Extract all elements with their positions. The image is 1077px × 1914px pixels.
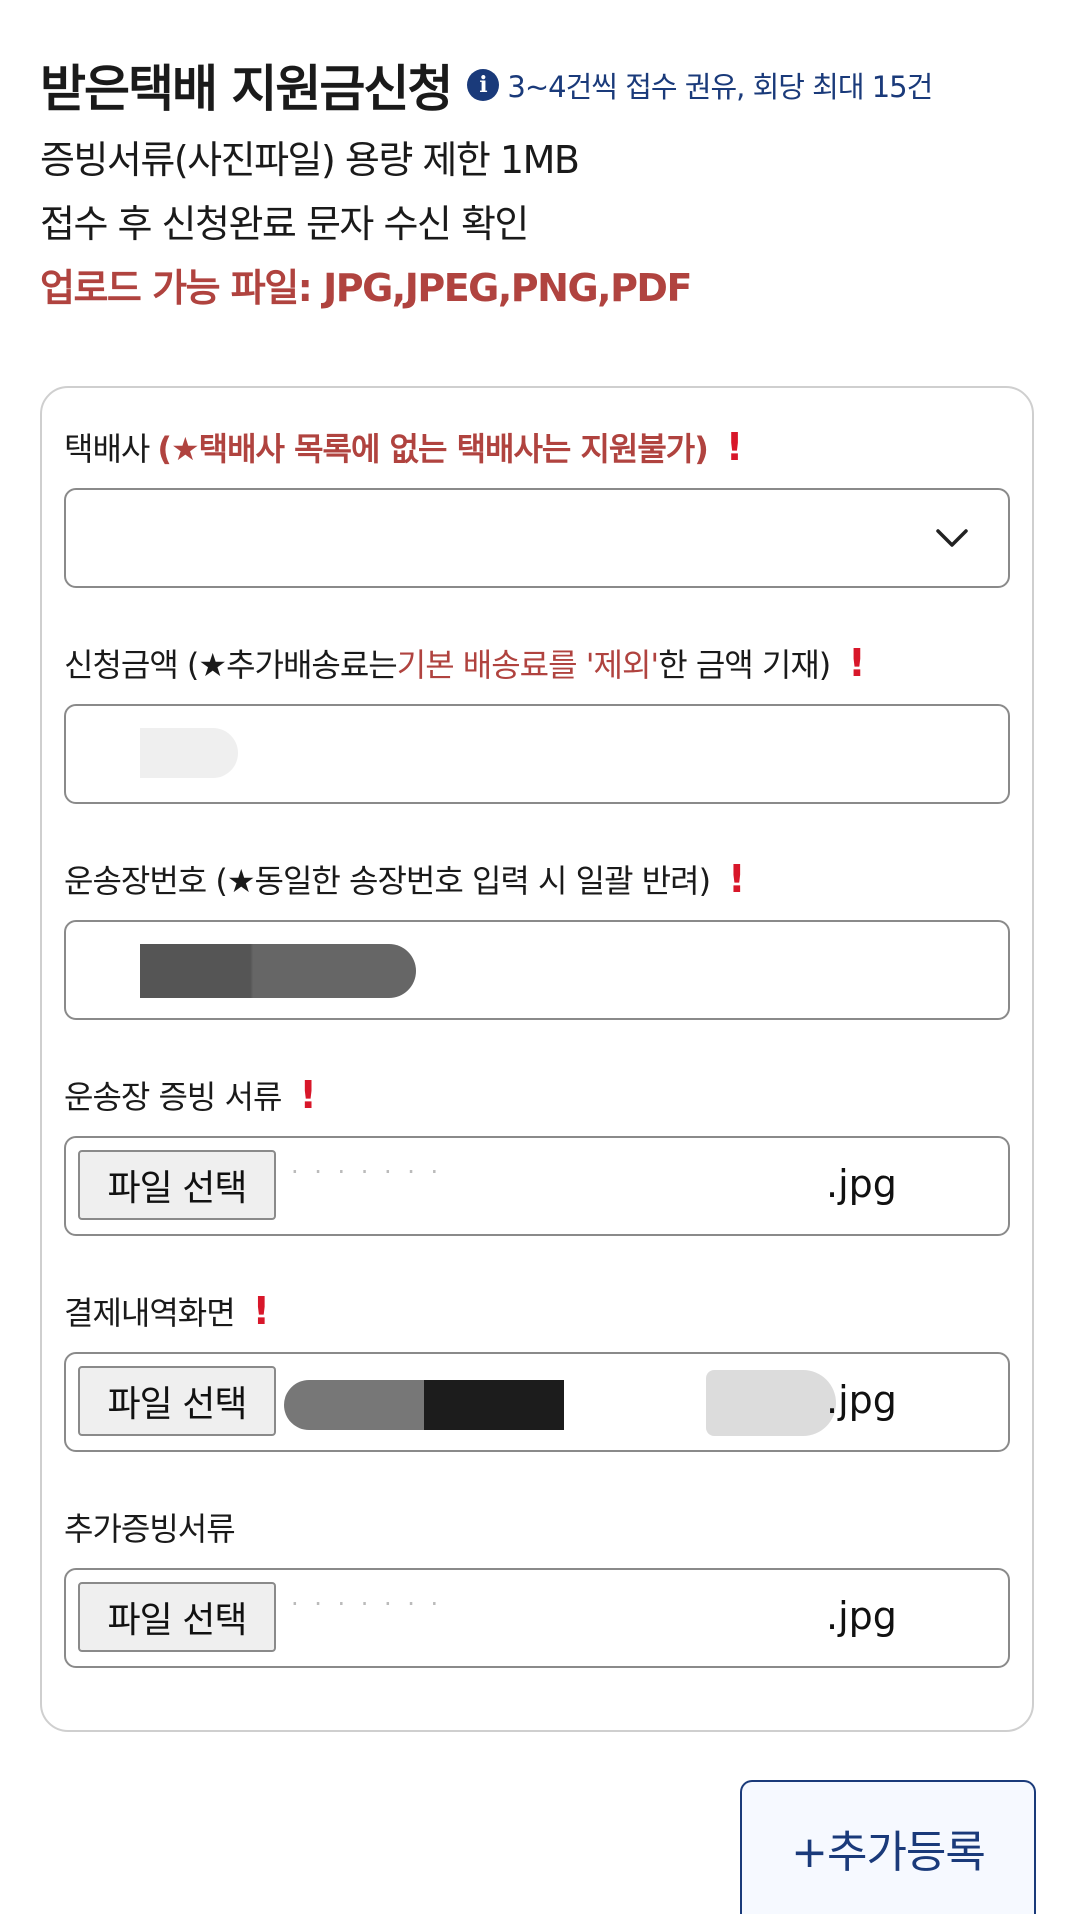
add-registration-button[interactable]: +추가등록 <box>740 1780 1036 1914</box>
info-icon: i <box>467 69 500 101</box>
waybill-doc-label: 운송장 증빙 서류 ! <box>64 1066 1010 1124</box>
extra-doc-label-text: 추가증빙서류 <box>64 1510 236 1548</box>
choose-file-button[interactable]: 파일 선택 <box>78 1366 276 1436</box>
page-title: 받은택배 지원금신청 <box>40 60 453 118</box>
size-limit-note: 증빙서류(사진파일) 용량 제한 1MB <box>40 138 580 182</box>
redacted-filename: · · · · · · · <box>291 1590 443 1618</box>
payment-screen-label-text: 결제내역화면 <box>64 1294 236 1332</box>
redacted-filename <box>424 1380 564 1430</box>
waybill-doc-field: 운송장 증빙 서류 ! 파일 선택 · · · · · · · .jpg <box>64 1066 1010 1236</box>
required-icon: ! <box>299 1073 316 1117</box>
amount-label-highlight: 기본 배송료를 '제외' <box>396 646 659 684</box>
tracking-label: 운송장번호 (★동일한 송장번호 입력 시 일괄 반려) ! <box>64 850 1010 908</box>
courier-label-text: 택배사 <box>64 430 150 468</box>
redacted-filename <box>706 1370 836 1436</box>
required-icon: ! <box>848 641 865 685</box>
courier-field: 택배사 (★택배사 목록에 없는 택배사는 지원불가) ! <box>64 418 1010 588</box>
file-extension: .jpg <box>826 1162 897 1206</box>
payment-screen-field: 결제내역화면 ! 파일 선택 .jpg <box>64 1282 1010 1452</box>
info-text: 3~4건씩 접수 권유, 회당 최대 15건 <box>507 70 933 104</box>
courier-select[interactable] <box>64 488 1010 588</box>
tracking-field: 운송장번호 (★동일한 송장번호 입력 시 일괄 반려) ! <box>64 850 1010 1020</box>
redacted-filename <box>284 1380 424 1430</box>
waybill-doc-label-text: 운송장 증빙 서류 <box>64 1078 282 1116</box>
extra-doc-label: 추가증빙서류 <box>64 1498 1010 1556</box>
tracking-label-text: 운송장번호 (★동일한 송장번호 입력 시 일괄 반려) <box>64 862 711 900</box>
payment-screen-label: 결제내역화면 ! <box>64 1282 1010 1340</box>
required-icon: ! <box>725 425 743 469</box>
required-icon: ! <box>252 1289 270 1333</box>
file-extension: .jpg <box>826 1594 897 1638</box>
redacted-value <box>140 728 238 778</box>
title-row: 받은택배 지원금신청 i 3~4건씩 접수 권유, 회당 최대 15건 <box>40 52 1040 118</box>
amount-field: 신청금액 (★추가배송료는 기본 배송료를 '제외' 한 금액 기재) ! <box>64 634 1010 804</box>
tracking-number-input[interactable] <box>64 920 1010 1020</box>
redacted-filename: · · · · · · · <box>291 1158 443 1186</box>
required-icon: ! <box>728 857 745 901</box>
courier-label: 택배사 (★택배사 목록에 없는 택배사는 지원불가) ! <box>64 418 1010 476</box>
amount-label-prefix: 신청금액 (★추가배송료는 <box>64 646 398 684</box>
chevron-down-icon <box>936 529 968 547</box>
amount-label: 신청금액 (★추가배송료는 기본 배송료를 '제외' 한 금액 기재) ! <box>64 634 1010 692</box>
page-header: 받은택배 지원금신청 i 3~4건씩 접수 권유, 회당 최대 15건 증빙서류… <box>40 52 1040 320</box>
waybill-file-input: 파일 선택 · · · · · · · .jpg <box>64 1136 1010 1236</box>
extra-file-input: 파일 선택 · · · · · · · .jpg <box>64 1568 1010 1668</box>
courier-note: (★택배사 목록에 없는 택배사는 지원불가) <box>157 430 709 468</box>
file-extension: .jpg <box>826 1378 897 1422</box>
choose-file-button[interactable]: 파일 선택 <box>78 1582 276 1652</box>
choose-file-button[interactable]: 파일 선택 <box>78 1150 276 1220</box>
sms-confirm-note: 접수 후 신청완료 문자 수신 확인 <box>40 202 529 246</box>
file-types-note: 업로드 가능 파일: JPG,JPEG,PNG,PDF <box>40 266 692 310</box>
application-form-card: 택배사 (★택배사 목록에 없는 택배사는 지원불가) ! 신청금액 (★추가배… <box>40 386 1034 1732</box>
amount-input[interactable] <box>64 704 1010 804</box>
payment-file-input: 파일 선택 .jpg <box>64 1352 1010 1452</box>
amount-label-suffix: 한 금액 기재) <box>658 646 831 684</box>
redacted-value <box>140 944 416 998</box>
extra-doc-field: 추가증빙서류 파일 선택 · · · · · · · .jpg <box>64 1498 1010 1668</box>
